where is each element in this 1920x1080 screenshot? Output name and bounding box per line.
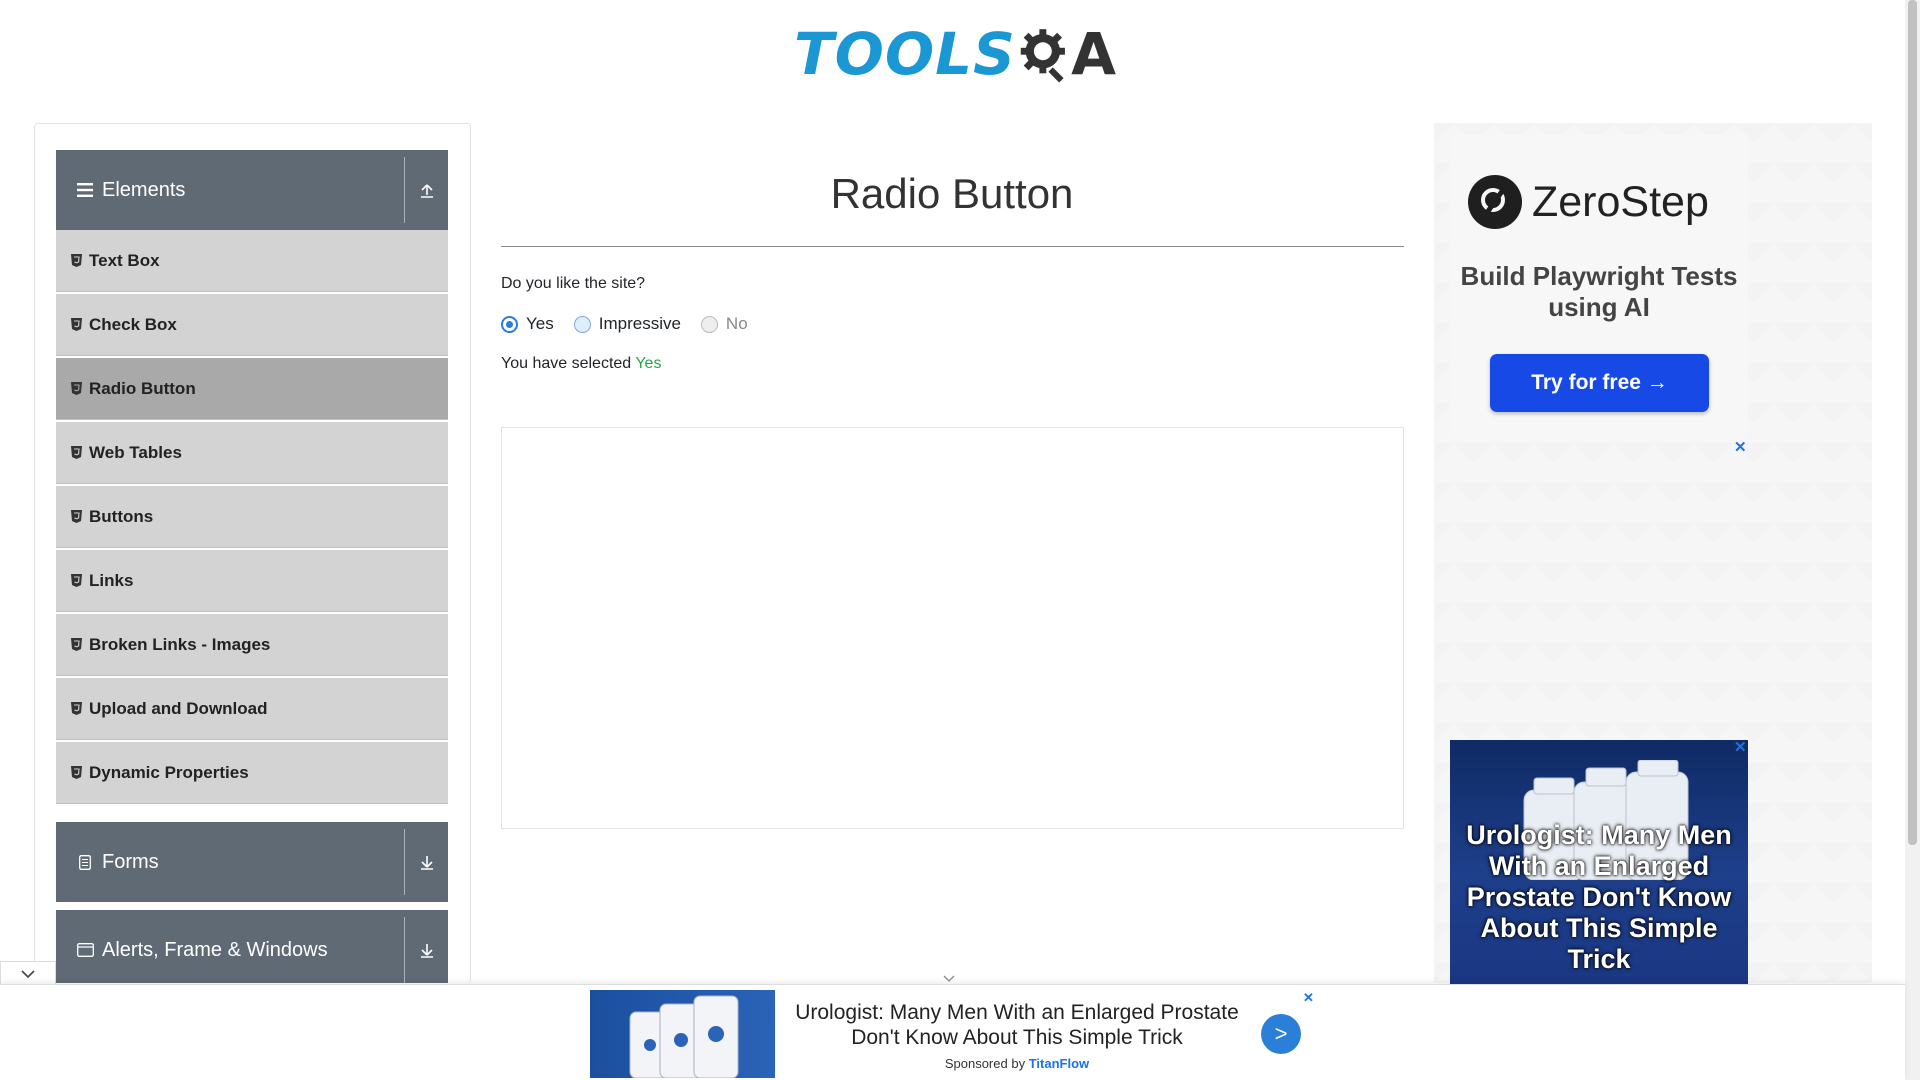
html5-icon [71, 702, 83, 716]
try-for-free-button[interactable]: Try for free → [1490, 354, 1709, 412]
sponsor-link[interactable]: TitanFlow [1029, 1056, 1089, 1071]
html5-icon [71, 510, 83, 524]
zerostep-tagline: Build Playwright Tests using AI [1460, 261, 1738, 322]
radio-yes-label[interactable]: Yes [526, 314, 554, 334]
zerostep-brand: ZeroStep [1532, 177, 1709, 226]
expand-arrow-down-icon[interactable] [405, 822, 448, 902]
sidebar-item-text-box[interactable]: Text Box [56, 230, 448, 292]
html5-icon [71, 446, 83, 460]
chevron-down-icon[interactable] [942, 974, 956, 984]
html5-icon [71, 638, 83, 652]
group-header-alerts-frame-windows[interactable]: Alerts, Frame & Windows [56, 910, 448, 983]
close-icon[interactable]: ✕ [1303, 990, 1314, 1006]
sidebar-item-web-tables[interactable]: Web Tables [56, 422, 448, 484]
sidebar-item-label: Links [89, 570, 134, 590]
sidebar-item-label: Broken Links - Images [89, 634, 271, 654]
radio-yes-indicator[interactable] [501, 315, 518, 333]
logo-a-text: A [1071, 20, 1116, 88]
sponsored-prefix: Sponsored by [944, 1056, 1026, 1071]
sidebar-item-label: Radio Button [89, 378, 196, 398]
sidebar-item-check-box[interactable]: Check Box [56, 294, 448, 356]
sidebar-item-label: Buttons [89, 506, 154, 526]
ad-placeholder [501, 427, 1404, 829]
sidebar-item-links[interactable]: Links [56, 550, 448, 612]
sidebar-item-label: Check Box [89, 314, 177, 334]
group-title: Elements [102, 178, 186, 201]
html5-icon [71, 382, 83, 396]
sidebar-item-broken-links-images[interactable]: Broken Links - Images [56, 614, 448, 676]
gear-magnifier-icon [1020, 29, 1065, 83]
radio-yes[interactable]: Yes [501, 314, 554, 334]
sidebar-item-dynamic-properties[interactable]: Dynamic Properties [56, 742, 448, 804]
sidebar-item-buttons[interactable]: Buttons [56, 486, 448, 548]
html5-icon [71, 574, 83, 588]
elements-menu-list: Text Box Check Box Radio Button Web Tabl… [56, 230, 448, 806]
selection-value: Yes [635, 355, 662, 372]
radio-impressive[interactable]: Impressive [573, 314, 681, 334]
html5-icon [71, 254, 83, 268]
sidebar-item-label: Text Box [89, 250, 160, 270]
group-title: Alerts, Frame & Windows [102, 938, 328, 961]
group-title: Forms [102, 850, 159, 873]
chevron-down-icon [21, 969, 35, 978]
vertical-scrollbar[interactable] [1905, 0, 1920, 1080]
urologist-ad-text: Urologist: Many Men With an Enlarged Pro… [1466, 820, 1732, 974]
selection-result: You have selected Yes [501, 355, 661, 373]
window-icon [74, 939, 96, 961]
bottom-ad-go-button[interactable]: > [1261, 1014, 1301, 1054]
toolsqa-logo[interactable]: TOOLS A [794, 14, 1116, 94]
zerostep-ad[interactable]: ZeroStep Build Playwright Tests using AI… [1450, 135, 1748, 438]
collapse-arrow-up-icon[interactable] [405, 150, 448, 230]
collapse-ad-button[interactable] [0, 961, 56, 985]
radio-no-indicator [700, 315, 718, 333]
sidebar-item-label: Upload and Download [89, 698, 268, 718]
radio-impressive-label[interactable]: Impressive [599, 314, 681, 334]
sidebar-item-upload-and-download[interactable]: Upload and Download [56, 678, 448, 740]
html5-icon [71, 766, 83, 780]
radio-no-label: No [725, 314, 748, 333]
urologist-ad[interactable]: Urologist: Many Men With an Enlarged Pro… [1450, 740, 1748, 984]
sidebar: Elements Text Box Check Box Radio Button… [34, 123, 471, 983]
html5-icon [71, 318, 83, 332]
divider [404, 157, 405, 223]
sidebar-item-label: Web Tables [89, 442, 182, 462]
title-divider [501, 246, 1404, 247]
close-icon[interactable]: ✕ [1734, 438, 1747, 456]
selection-prefix: You have selected [501, 355, 632, 372]
bottom-ad-text[interactable]: Urologist: Many Men With an Enlarged Pro… [775, 1000, 1259, 1050]
close-icon[interactable]: ✕ [1734, 738, 1747, 756]
zerostep-logo: ZeroStep [1468, 175, 1709, 229]
group-header-elements[interactable]: Elements [56, 150, 448, 230]
logo-tools-text: TOOLS [794, 20, 1016, 88]
document-icon [74, 851, 96, 873]
radio-no: No [700, 314, 748, 334]
group-header-forms[interactable]: Forms [56, 822, 448, 902]
radio-group: Yes Impressive No [501, 314, 768, 334]
radio-impressive-indicator[interactable] [573, 315, 591, 333]
scrollbar-thumb[interactable] [1908, 0, 1917, 845]
divider [404, 829, 405, 895]
sidebar-item-label: Dynamic Properties [89, 762, 249, 782]
divider [404, 917, 405, 983]
supplement-bottles-image [629, 995, 739, 1078]
zerostep-mark-icon [1468, 175, 1522, 229]
bottom-ad-sponsor-line: Sponsored by TitanFlow [775, 1056, 1259, 1071]
page-title: Radio Button [830, 170, 1074, 217]
question-text: Do you like the site? [501, 275, 646, 292]
menu-icon [74, 179, 96, 201]
sidebar-item-radio-button[interactable]: Radio Button [56, 358, 448, 420]
bottom-ad-image[interactable] [590, 990, 775, 1078]
expand-arrow-down-icon[interactable] [405, 910, 448, 983]
